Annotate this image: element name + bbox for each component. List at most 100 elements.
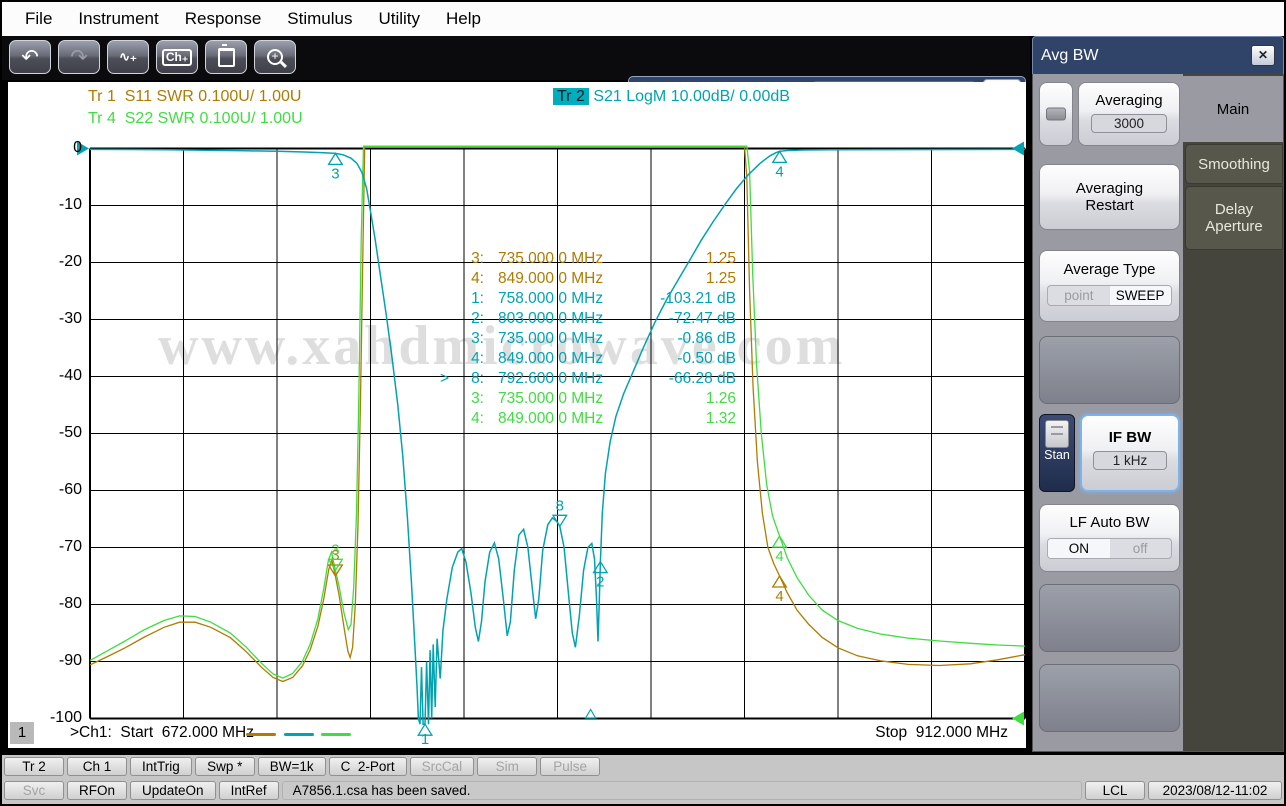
marker-frequency: 849.000 0 MHz xyxy=(498,350,604,367)
ifbw-softkey-button[interactable]: IF BW 1 kHz xyxy=(1080,414,1180,492)
active-marker-arrow: > xyxy=(440,370,450,387)
delete-icon xyxy=(217,43,235,67)
status-row-1: Tr 2 Ch 1 IntTrig Swp * BW=1k C 2-Port SrcCal S… xyxy=(4,757,1282,776)
menu-item-response[interactable]: Response xyxy=(172,9,275,29)
averaging-button[interactable]: Averaging 3000 xyxy=(1078,82,1180,146)
add-channel-button[interactable]: Ch₊ xyxy=(156,40,198,74)
marker-value: 1.32 xyxy=(705,410,736,427)
y-tick-label: -10 xyxy=(58,195,82,213)
ref-level-indicator-tr2-right xyxy=(1012,141,1024,156)
marker-number: 4: xyxy=(471,350,484,367)
softkey-blank-3 xyxy=(1039,664,1180,732)
status-message: A7856.1.csa has been saved. xyxy=(281,781,1082,800)
marker-number: 3: xyxy=(471,390,484,407)
status-cell-c-2-port: C 2-Port xyxy=(328,757,407,776)
status-cell-svc: Svc xyxy=(4,781,64,800)
marker-number: 3: xyxy=(471,330,484,347)
active-marker-arrow xyxy=(440,289,454,309)
channel-start-label: >Ch1: Start 672.000 MHz xyxy=(70,724,254,741)
active-marker-arrow xyxy=(440,329,454,349)
softkey-column: Averaging 3000 Averaging Restart Average… xyxy=(1033,74,1183,751)
lf-auto-bw-on-option[interactable]: ON xyxy=(1048,539,1110,558)
marker-number: 2: xyxy=(471,310,484,327)
average-type-button[interactable]: Average Type point SWEEP xyxy=(1039,250,1180,322)
menu-item-instrument[interactable]: Instrument xyxy=(65,9,171,29)
tab-main[interactable]: Main xyxy=(1183,76,1283,142)
marker-number: 3: xyxy=(471,250,484,267)
menu-item-utility[interactable]: Utility xyxy=(365,9,433,29)
add-trace-icon: ∿₊ xyxy=(119,49,137,64)
softkey-blank-1 xyxy=(1039,336,1180,404)
marker-readout-table: 3: 735.000 0 MHz 1.25 4: 849.000 0 MHz 1.25 1:… xyxy=(440,249,736,429)
status-cell-inttrig: IntTrig xyxy=(130,757,192,776)
legend-tr4[interactable]: Tr 4 S22 SWR 0.100U/ 1.00U xyxy=(88,110,303,128)
y-tick-label: -20 xyxy=(58,252,82,270)
tr1-color-dash xyxy=(246,733,276,736)
active-marker-arrow xyxy=(440,409,454,429)
tr4-color-dash xyxy=(321,733,351,736)
redo-icon: ↷ xyxy=(70,45,88,69)
marker-value: -72.47 dB xyxy=(668,310,736,327)
status-cell-updateon: UpdateOn xyxy=(130,781,216,800)
y-tick-label: -40 xyxy=(58,366,82,384)
average-type-sweep-option[interactable]: SWEEP xyxy=(1109,286,1171,305)
marker-label: 2 xyxy=(596,574,604,591)
add-channel-icon: Ch₊ xyxy=(161,48,193,66)
status-cell-lcl: LCL xyxy=(1085,781,1145,800)
zoom-button[interactable]: + xyxy=(254,40,296,74)
average-type-point-option[interactable]: point xyxy=(1048,286,1109,305)
marker-tr2-3-icon[interactable] xyxy=(327,152,344,166)
tab-smoothing[interactable]: Smoothing xyxy=(1185,144,1283,184)
lf-auto-bw-button[interactable]: LF Auto BW ON off xyxy=(1039,504,1180,572)
marker-label: 8 xyxy=(556,497,564,514)
sidebar-title-bar: Avg BW ✕ xyxy=(1032,36,1284,74)
stan-toggle-button[interactable]: Stan xyxy=(1039,414,1075,492)
status-cell-sim: Sim xyxy=(477,757,538,776)
legend-tr1[interactable]: Tr 1 S11 SWR 0.100U/ 1.00U xyxy=(88,88,301,106)
redo-button[interactable]: ↷ xyxy=(58,40,100,74)
delete-button[interactable] xyxy=(205,40,247,74)
y-tick-label: -70 xyxy=(58,537,82,555)
averaging-value: 3000 xyxy=(1091,114,1167,133)
marker-value: 1.25 xyxy=(705,250,736,267)
channel-number-badge[interactable]: 1 xyxy=(10,722,34,744)
marker-row: 2: 803.000 0 MHz -72.47 dB xyxy=(440,309,736,329)
marker-frequency: 792.600 0 MHz xyxy=(498,370,604,387)
close-icon[interactable]: ✕ xyxy=(1251,45,1275,66)
toolbar: ↶↷∿₊Ch₊+ IF BW xyxy=(2,36,1030,112)
sidebar-tab-column: Main Smoothing Delay Aperture xyxy=(1183,74,1283,751)
sweep-position-tick-icon xyxy=(584,708,597,719)
tab-delay-aperture[interactable]: Delay Aperture xyxy=(1185,186,1283,250)
marker-value: 1.25 xyxy=(705,270,736,287)
marker-number: 4: xyxy=(471,270,484,287)
marker-frequency: 735.000 0 MHz xyxy=(498,390,604,407)
active-marker-arrow xyxy=(440,389,454,409)
menu-item-stimulus[interactable]: Stimulus xyxy=(274,9,365,29)
averaging-restart-button[interactable]: Averaging Restart xyxy=(1039,164,1180,230)
legend-tr2[interactable]: Tr 2 S21 LogM 10.00dB/ 0.00dB xyxy=(553,88,790,106)
channel-stop-label: Stop 912.000 MHz xyxy=(875,724,1008,741)
averaging-toggle-button[interactable] xyxy=(1039,82,1073,146)
lf-auto-bw-off-option[interactable]: off xyxy=(1110,539,1171,558)
marker-value: -103.21 dB xyxy=(660,290,736,307)
add-trace-button[interactable]: ∿₊ xyxy=(107,40,149,74)
status-bar: Tr 2 Ch 1 IntTrig Swp * BW=1k C 2-Port SrcCal S… xyxy=(2,755,1284,804)
status-cell-tr-2: Tr 2 xyxy=(4,757,64,776)
sidebar-title: Avg BW xyxy=(1041,46,1099,64)
menu-bar: File Instrument Response Stimulus Utility Hel… xyxy=(2,2,1284,36)
y-tick-label: 0 xyxy=(73,138,82,156)
stan-switch-icon xyxy=(1045,420,1069,448)
marker-number: 1: xyxy=(471,290,484,307)
lf-auto-bw-segmented: ON off xyxy=(1047,538,1172,559)
undo-button[interactable]: ↶ xyxy=(9,40,51,74)
softkey-sidebar: Avg BW ✕ Averaging 3000 Averaging Restar… xyxy=(1032,36,1284,752)
menu-item-file[interactable]: File xyxy=(12,9,65,29)
marker-row: 3: 735.000 0 MHz 1.26 xyxy=(440,389,736,409)
status-cell-pulse: Pulse xyxy=(540,757,601,776)
menu-item-help[interactable]: Help xyxy=(433,9,494,29)
y-tick-label: -50 xyxy=(58,423,82,441)
zoom-icon: + xyxy=(267,49,283,65)
marker-number: 4: xyxy=(471,410,484,427)
sidebar-body: Averaging 3000 Averaging Restart Average… xyxy=(1032,74,1284,752)
plot-window: www.xahdmicrowave.com 341283434 Tr 1 S11… xyxy=(8,82,1026,748)
